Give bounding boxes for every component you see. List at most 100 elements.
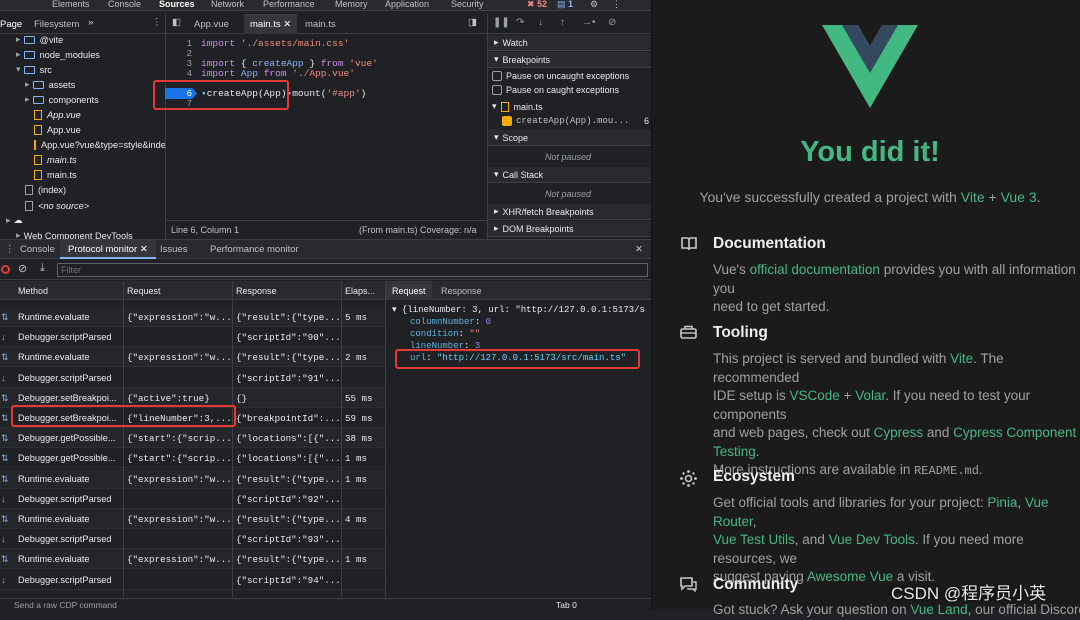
- table-row[interactable]: ⇅ Debugger.getPossible... {"start":{"scrip…: [0, 428, 385, 449]
- tree-item[interactable]: ▸ assets: [25, 77, 75, 92]
- more-tabs-icon[interactable]: »: [88, 17, 93, 28]
- record-icon[interactable]: [1, 265, 10, 274]
- tree-item[interactable]: (index): [25, 182, 66, 197]
- line-number[interactable]: 1: [170, 39, 192, 49]
- breakpoint-file[interactable]: ▾ main.ts: [492, 101, 543, 112]
- message-badge[interactable]: ▤ 1: [557, 0, 573, 10]
- settings-icon[interactable]: ⚙: [590, 0, 598, 10]
- line-number[interactable]: 4: [170, 69, 192, 79]
- vue-dev-tools-link[interactable]: Vue Dev Tools: [829, 532, 915, 547]
- drawer-tab-console[interactable]: Console: [20, 244, 55, 255]
- tab-filesystem[interactable]: Filesystem: [34, 19, 79, 30]
- tab-security[interactable]: Security: [451, 0, 484, 9]
- documentation-icon: [681, 237, 697, 250]
- tree-item[interactable]: App.vue: [34, 122, 81, 137]
- method-cell: Runtime.evaluate: [18, 514, 90, 524]
- xhr-breakpoints-section[interactable]: ▸ XHR/fetch Breakpoints: [488, 204, 651, 220]
- table-row[interactable]: ⇅ Debugger.getPossible... {"start":{"scrip…: [0, 448, 385, 469]
- pause-icon[interactable]: ❚❚: [493, 17, 510, 28]
- table-row[interactable]: ↓ Debugger.scriptParsed {"scriptId":"92"..…: [0, 489, 385, 509]
- vue-test-utils-link[interactable]: Vue Test Utils: [713, 532, 795, 547]
- cypress-link[interactable]: Cypress: [874, 425, 924, 440]
- event-icon: ↓: [1, 493, 6, 504]
- vue3-link[interactable]: Vue 3: [1001, 189, 1037, 205]
- vite-link[interactable]: Vite: [961, 189, 985, 205]
- tab-sources[interactable]: Sources: [159, 0, 195, 9]
- tree-item[interactable]: App.vue?vue&type=style&index: [34, 137, 165, 152]
- step-into-icon[interactable]: ↓: [538, 17, 543, 28]
- vscode-link[interactable]: VSCode: [790, 388, 840, 403]
- toggle-navigator-icon[interactable]: ◧: [172, 17, 181, 28]
- detail-tab-response[interactable]: Response: [441, 286, 482, 296]
- more-icon[interactable]: ⋮: [612, 0, 621, 10]
- tab-application[interactable]: Application: [385, 0, 429, 9]
- close-icon[interactable]: ✕: [283, 19, 291, 30]
- scope-section[interactable]: ▾ Scope: [488, 130, 651, 146]
- close-icon[interactable]: ✕: [140, 244, 148, 255]
- download-icon[interactable]: ⤓: [40, 262, 45, 275]
- table-row[interactable]: ⇅ Runtime.evaluate {"expression":"w... {"re…: [0, 509, 385, 529]
- awesome-vue-link[interactable]: Awesome Vue: [807, 569, 893, 584]
- tree-item[interactable]: App.vue: [34, 107, 81, 122]
- step-over-icon[interactable]: ↷: [516, 17, 524, 28]
- pause-caught-checkbox[interactable]: Pause on caught exceptions: [492, 85, 619, 95]
- editor-tab[interactable]: main.ts: [305, 19, 336, 30]
- tree-item[interactable]: <no source>: [25, 198, 89, 213]
- line-number[interactable]: 3: [170, 59, 192, 69]
- table-row[interactable]: ⇅ Runtime.evaluate {"expression":"w... {"re…: [0, 347, 385, 368]
- line-number[interactable]: 2: [170, 49, 192, 59]
- table-row[interactable]: ↓ Debugger.scriptParsed {"scriptId":"94"..…: [0, 570, 385, 590]
- tree-item[interactable]: ▸ @vite: [16, 32, 63, 47]
- request-response-icon: ⇅: [1, 413, 9, 423]
- pause-uncaught-checkbox[interactable]: Pause on uncaught exceptions: [492, 71, 629, 81]
- deactivate-breakpoints-icon[interactable]: ⊘: [608, 17, 616, 28]
- official-docs-link[interactable]: official documentation: [750, 262, 880, 277]
- table-row[interactable]: ↓ Debugger.scriptParsed {"scriptId":"90"..…: [0, 327, 385, 348]
- breakpoint-entry[interactable]: createApp(App).mou... 6: [502, 116, 649, 126]
- tab-network[interactable]: Network: [211, 0, 244, 9]
- tree-item[interactable]: main.ts: [34, 167, 77, 182]
- target-select[interactable]: Tab 0: [556, 600, 577, 610]
- dom-breakpoints-section[interactable]: ▸ DOM Breakpoints: [488, 221, 651, 237]
- table-row[interactable]: ⇅ Runtime.evaluate {"expression":"w... {"re…: [0, 549, 385, 570]
- tree-item[interactable]: ▸ components: [25, 92, 99, 107]
- step-icon[interactable]: →•: [582, 17, 596, 28]
- drawer-tab-performance-monitor[interactable]: Performance monitor: [210, 244, 299, 255]
- drawer-tab-protocol-monitor[interactable]: Protocol monitor ✕: [60, 240, 156, 259]
- toggle-debugger-icon[interactable]: ◨: [468, 17, 477, 28]
- more-icon[interactable]: ⋮: [152, 17, 162, 28]
- tab-performance[interactable]: Performance: [263, 0, 315, 9]
- breakpoints-section[interactable]: ▾ Breakpoints: [488, 52, 651, 68]
- pinia-link[interactable]: Pinia: [987, 495, 1017, 510]
- editor-tab-active[interactable]: main.ts ✕: [244, 14, 298, 34]
- tab-page[interactable]: Page: [0, 19, 22, 30]
- close-drawer-icon[interactable]: ✕: [635, 244, 643, 255]
- detail-tab-request[interactable]: Request: [386, 281, 432, 300]
- tree-item[interactable]: main.ts: [34, 152, 77, 167]
- table-row[interactable]: ↓ Debugger.scriptParsed {"scriptId":"93"..…: [0, 529, 385, 550]
- watch-section[interactable]: ▸ Watch: [488, 35, 651, 51]
- tree-item[interactable]: ▸ ☁: [6, 213, 27, 228]
- table-row[interactable]: ↓ Debugger.scriptParsed {"scriptId":"91"..…: [0, 368, 385, 388]
- table-row[interactable]: ⇅ Runtime.evaluate {"expression":"w... {"re…: [0, 468, 385, 489]
- command-input[interactable]: Send a raw CDP command: [14, 600, 117, 610]
- drawer-tab-issues[interactable]: Issues: [160, 244, 187, 255]
- method-cell: Runtime.evaluate: [18, 352, 90, 363]
- tab-elements[interactable]: Elements: [52, 0, 90, 9]
- editor-tab[interactable]: App.vue: [194, 19, 229, 30]
- table-row[interactable]: ⇅ Runtime.evaluate {"expression":"w... {"re…: [0, 307, 385, 327]
- tree-item[interactable]: ▸ node_modules: [16, 47, 100, 62]
- vite-link[interactable]: Vite: [950, 351, 973, 366]
- checkbox-checked-icon[interactable]: [502, 116, 512, 126]
- call-stack-section[interactable]: ▾ Call Stack: [488, 167, 651, 183]
- tree-item[interactable]: ▾ src: [16, 62, 52, 77]
- editor-tabs: ◧ App.vue main.ts ✕ main.ts ◨: [166, 14, 488, 34]
- tab-memory[interactable]: Memory: [335, 0, 368, 9]
- step-out-icon[interactable]: ↑: [560, 17, 565, 28]
- more-icon[interactable]: ⋮: [5, 244, 15, 255]
- filter-input[interactable]: [57, 263, 648, 277]
- volar-link[interactable]: Volar: [855, 388, 885, 403]
- error-badge[interactable]: ✖ 52: [527, 0, 547, 10]
- tab-console[interactable]: Console: [108, 0, 141, 9]
- clear-icon[interactable]: ⊘: [18, 262, 27, 275]
